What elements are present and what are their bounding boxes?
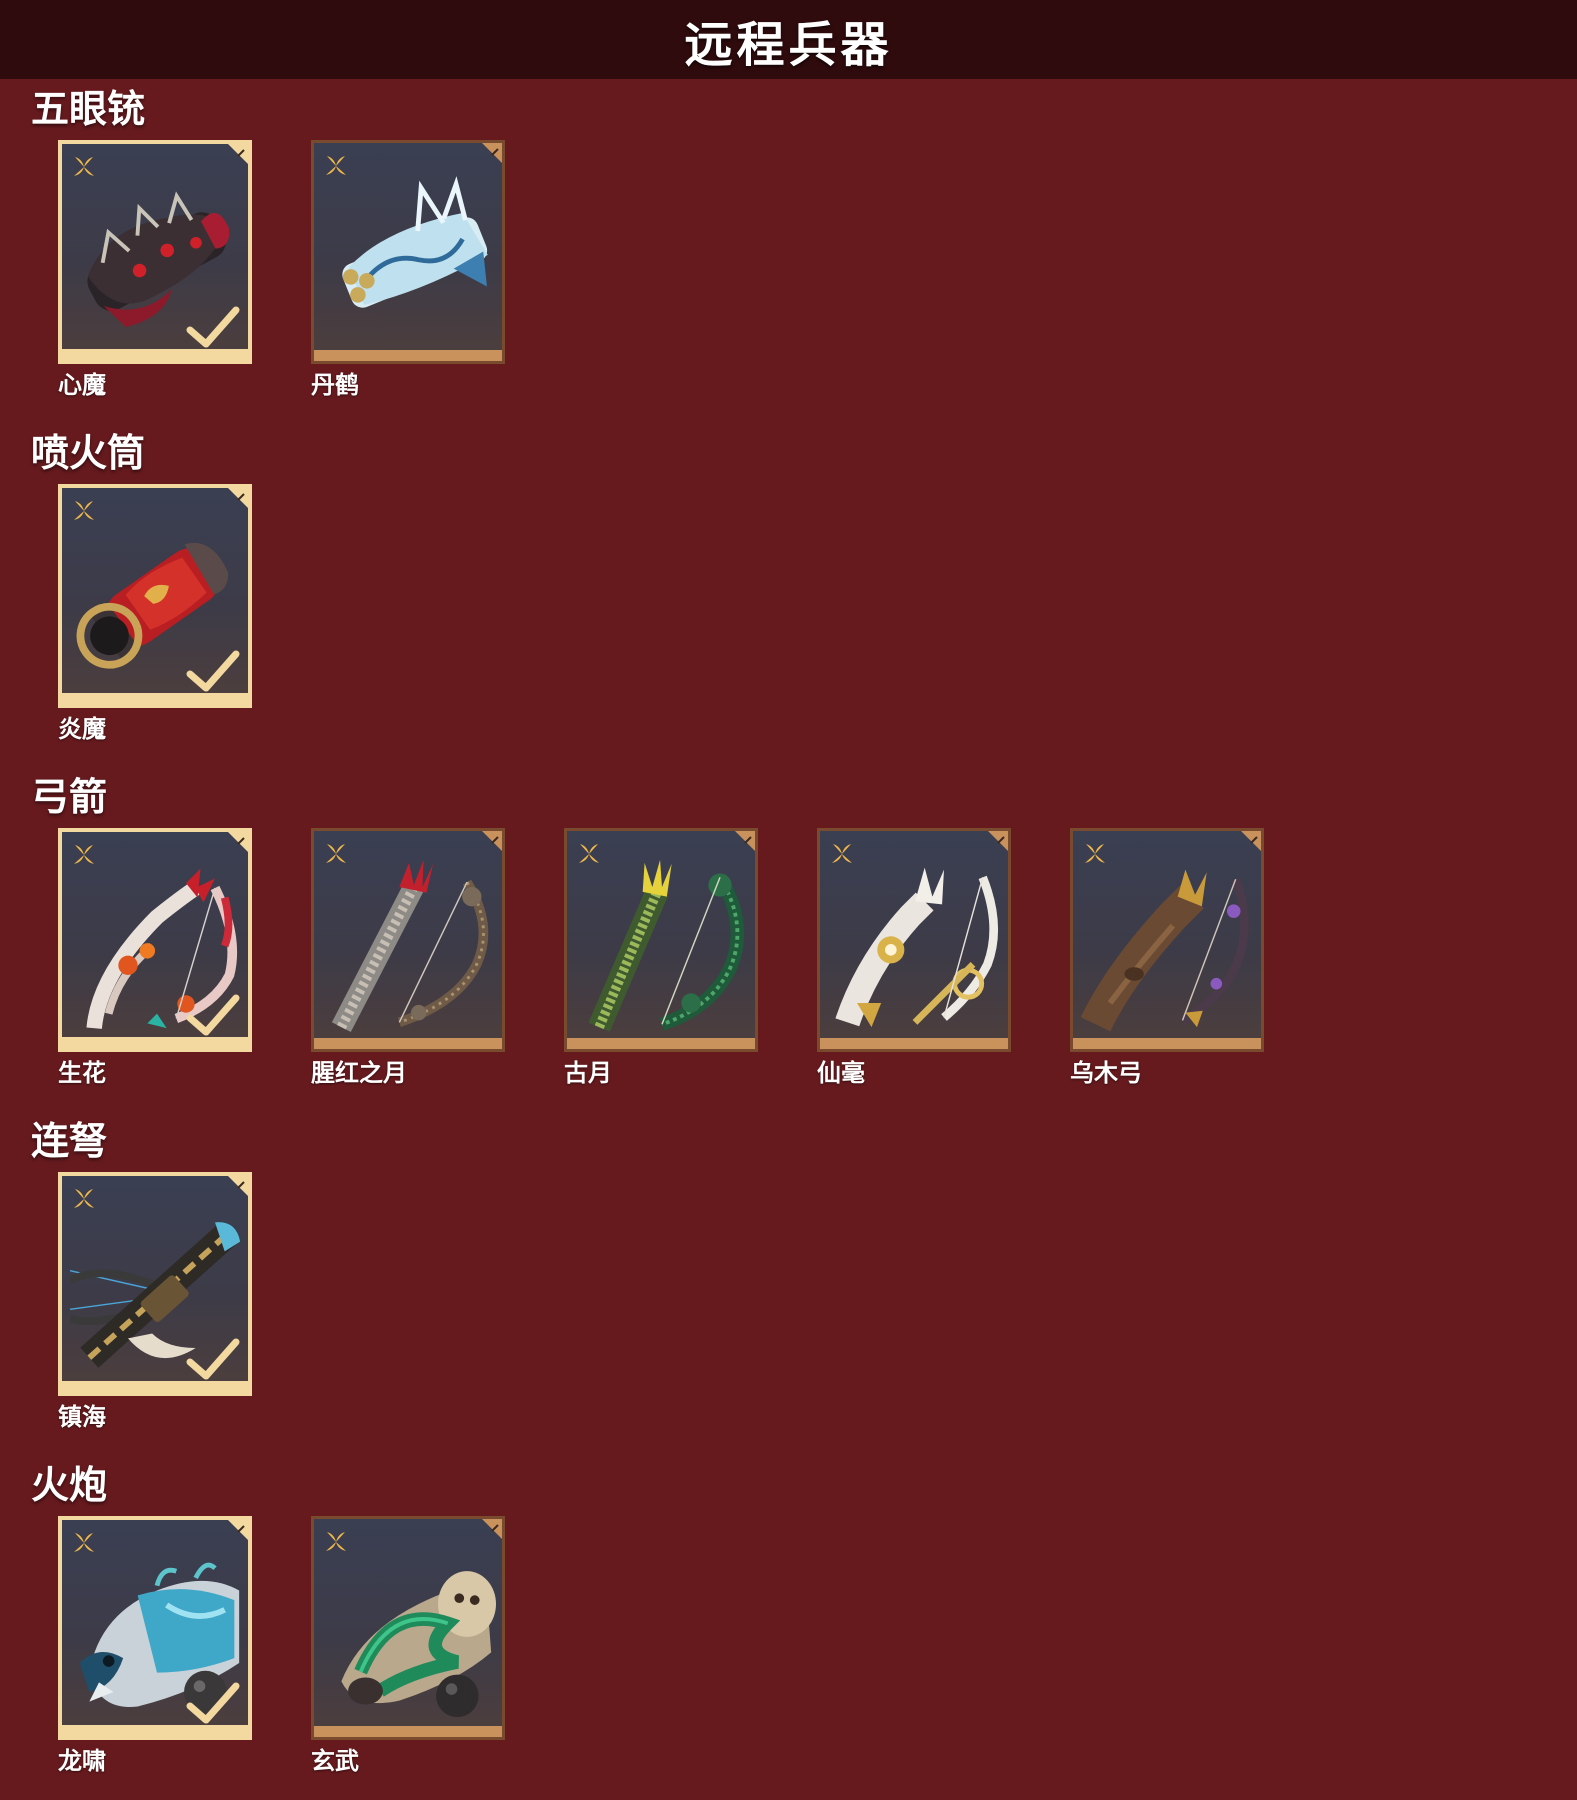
corner-tab-icon bbox=[988, 831, 1008, 851]
corner-tab-icon bbox=[735, 831, 755, 851]
section-title: 五眼铳 bbox=[31, 87, 146, 131]
weapon-card[interactable] bbox=[58, 828, 252, 1052]
weapon-item[interactable]: 仙毫 bbox=[817, 828, 1011, 1088]
weapon-card[interactable] bbox=[58, 1516, 252, 1740]
weapon-name: 龙啸 bbox=[58, 1747, 106, 1775]
blue-crane-gun-icon bbox=[342, 176, 488, 308]
jade-moon-bow-icon bbox=[588, 859, 745, 1032]
owned-checkmark-icon bbox=[186, 1682, 240, 1724]
corner-tab-icon bbox=[228, 488, 248, 508]
white-immortal-bow-icon bbox=[835, 867, 999, 1028]
weapon-card[interactable] bbox=[311, 828, 505, 1052]
weapon-name: 炎魔 bbox=[58, 715, 106, 743]
weapon-item[interactable]: 生花 bbox=[58, 828, 252, 1088]
card-frame-bottom bbox=[62, 1381, 248, 1392]
card-frame-bottom bbox=[62, 1725, 248, 1736]
weapon-name: 生花 bbox=[58, 1059, 106, 1087]
owned-checkmark-icon bbox=[186, 650, 240, 692]
rarity-star-icon bbox=[74, 1533, 94, 1552]
weapon-item[interactable]: 丹鹤 bbox=[311, 140, 505, 400]
rarity-star-icon bbox=[326, 1532, 346, 1551]
weapon-name: 玄武 bbox=[311, 1747, 359, 1775]
rarity-star-icon bbox=[1085, 844, 1105, 863]
weapon-item[interactable]: 玄武 bbox=[311, 1516, 505, 1776]
owned-checkmark-icon bbox=[186, 1338, 240, 1380]
weapon-item[interactable]: 乌木弓 bbox=[1070, 828, 1264, 1088]
rarity-star-icon bbox=[326, 156, 346, 175]
rarity-star-icon bbox=[74, 1189, 94, 1208]
weapon-item[interactable]: 镇海 bbox=[58, 1172, 252, 1432]
section-title: 喷火筒 bbox=[31, 431, 146, 475]
weapon-card[interactable] bbox=[311, 140, 505, 364]
weapon-name: 乌木弓 bbox=[1070, 1059, 1142, 1087]
card-frame-bottom bbox=[314, 1726, 502, 1737]
rarity-star-icon bbox=[326, 844, 346, 863]
weapon-name: 古月 bbox=[564, 1059, 612, 1087]
page-header: 远程兵器 bbox=[0, 0, 1577, 79]
corner-tab-icon bbox=[228, 144, 248, 164]
rarity-star-icon bbox=[74, 157, 94, 176]
weapon-name: 仙毫 bbox=[817, 1059, 865, 1087]
rarity-star-icon bbox=[832, 844, 852, 863]
weapon-name: 心魔 bbox=[58, 371, 106, 399]
card-frame-bottom bbox=[1073, 1038, 1261, 1049]
corner-tab-icon bbox=[228, 1520, 248, 1540]
card-frame-bottom bbox=[62, 349, 248, 360]
weapon-item[interactable]: 龙啸 bbox=[58, 1516, 252, 1776]
section-title: 火炮 bbox=[31, 1463, 108, 1507]
weapon-card[interactable] bbox=[58, 484, 252, 708]
corner-tab-icon bbox=[482, 1519, 502, 1539]
weapon-item[interactable]: 古月 bbox=[564, 828, 758, 1088]
corner-tab-icon bbox=[482, 143, 502, 163]
page-title: 远程兵器 bbox=[684, 16, 893, 73]
rarity-star-icon bbox=[74, 845, 94, 864]
card-frame-bottom bbox=[314, 1038, 502, 1049]
card-frame-bottom bbox=[62, 693, 248, 704]
card-frame-bottom bbox=[820, 1038, 1008, 1049]
card-frame-bottom bbox=[62, 1037, 248, 1048]
owned-checkmark-icon bbox=[186, 306, 240, 348]
ebony-bow-icon bbox=[1081, 869, 1249, 1032]
weapon-card[interactable] bbox=[817, 828, 1011, 1052]
corner-tab-icon bbox=[228, 1176, 248, 1196]
weapon-name: 腥红之月 bbox=[311, 1059, 407, 1087]
corner-tab-icon bbox=[1241, 831, 1261, 851]
weapon-card[interactable] bbox=[58, 1172, 252, 1396]
weapon-card[interactable] bbox=[311, 1516, 505, 1740]
weapon-card[interactable] bbox=[564, 828, 758, 1052]
crimson-moon-bow-icon bbox=[331, 859, 489, 1033]
tortoise-cannon-icon bbox=[341, 1571, 496, 1718]
section-title: 弓箭 bbox=[31, 775, 108, 819]
rarity-star-icon bbox=[74, 501, 94, 520]
weapon-name: 镇海 bbox=[58, 1403, 106, 1431]
owned-checkmark-icon bbox=[186, 994, 240, 1036]
section-title: 连弩 bbox=[31, 1119, 108, 1163]
corner-tab-icon bbox=[482, 831, 502, 851]
weapon-item[interactable]: 心魔 bbox=[58, 140, 252, 400]
rarity-star-icon bbox=[579, 844, 599, 863]
weapon-name: 丹鹤 bbox=[311, 371, 359, 399]
card-frame-bottom bbox=[567, 1038, 755, 1049]
weapon-card[interactable] bbox=[58, 140, 252, 364]
weapon-item[interactable]: 腥红之月 bbox=[311, 828, 505, 1088]
weapon-card[interactable] bbox=[1070, 828, 1264, 1052]
card-frame-bottom bbox=[314, 350, 502, 361]
corner-tab-icon bbox=[228, 832, 248, 852]
weapon-item[interactable]: 炎魔 bbox=[58, 484, 252, 744]
